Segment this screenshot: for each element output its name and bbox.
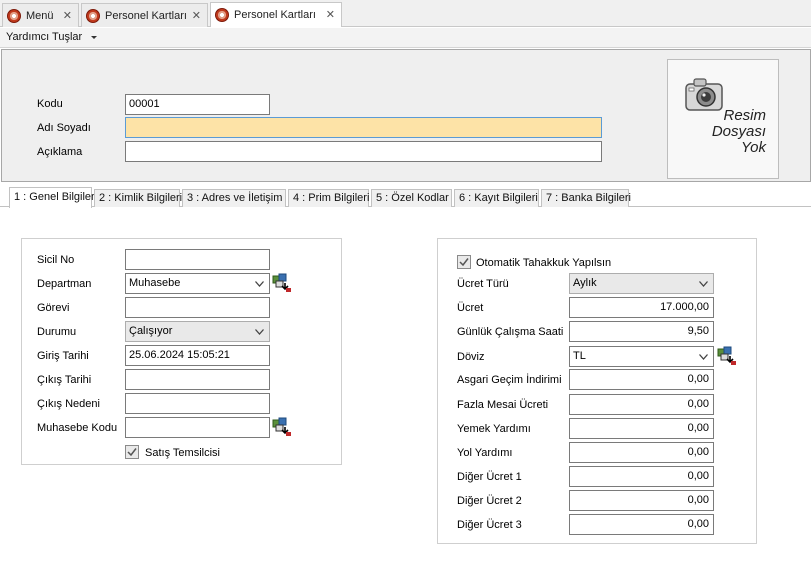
chevron-down-icon[interactable]: [252, 323, 267, 340]
diger-ucret-3-field[interactable]: 0,00: [569, 514, 714, 535]
satis-temsilcisi-label: Satış Temsilcisi: [145, 447, 220, 459]
app-logo-icon: [215, 8, 229, 22]
ucret-field[interactable]: 17.000,00: [569, 297, 714, 318]
yemek-yardimi-field[interactable]: 0,00: [569, 418, 714, 439]
section-tab-bar: 1 : Genel Bilgiler 2 : Kimlik Bilgileri …: [0, 187, 811, 208]
ucret-label: Ücret: [457, 302, 484, 314]
ucret-turu-label: Ücret Türü: [457, 278, 509, 290]
yol-yardimi-label: Yol Yardımı: [457, 447, 513, 459]
lookup-icon[interactable]: [272, 273, 292, 293]
close-icon[interactable]: ✕: [192, 9, 201, 22]
ucret-turu-value: Aylık: [573, 277, 597, 289]
gunluk-calisma-saati-label: Günlük Çalışma Saati: [457, 326, 564, 338]
cikis-tarihi-field[interactable]: [125, 369, 270, 390]
lookup-icon[interactable]: [272, 417, 292, 437]
asgari-gecim-field[interactable]: 0,00: [569, 369, 714, 390]
muhasebe-kodu-label: Muhasebe Kodu: [37, 422, 118, 434]
tab-genel-bilgiler[interactable]: 1 : Genel Bilgiler: [9, 187, 95, 208]
menu-helper-keys[interactable]: Yardımcı Tuşlar: [6, 31, 82, 43]
diger-ucret-2-field[interactable]: 0,00: [569, 490, 714, 511]
app-logo-icon: [86, 8, 100, 23]
durumu-label: Durumu: [37, 326, 77, 338]
otomatik-tahakkuk-label: Otomatik Tahakkuk Yapılsın: [476, 257, 612, 269]
photo-placeholder[interactable]: Resim Dosyası Yok: [667, 59, 779, 179]
gorevi-label: Görevi: [37, 302, 70, 314]
aciklama-field[interactable]: [125, 141, 602, 162]
close-icon[interactable]: ✕: [63, 9, 72, 22]
photo-text-line: Yok: [740, 139, 766, 156]
photo-text-line: Dosyası: [711, 123, 766, 140]
tab-banka-bilgileri[interactable]: 7 : Banka Bilgileri: [541, 189, 631, 207]
fazla-mesai-label: Fazla Mesai Ücreti: [457, 399, 549, 411]
checkmark-icon: [127, 448, 137, 457]
tab-label: Personel Kartları: [234, 9, 316, 21]
sicil-no-label: Sicil No: [37, 254, 75, 266]
tab-prim-bilgileri[interactable]: 4 : Prim Bilgileri: [288, 189, 369, 207]
satis-temsilcisi-checkbox[interactable]: [125, 445, 139, 459]
ucret-turu-select[interactable]: Aylık: [569, 273, 714, 294]
app-logo-icon: [7, 8, 21, 23]
kodu-label: Kodu: [37, 98, 63, 110]
otomatik-tahakkuk-checkbox[interactable]: [457, 255, 471, 269]
photo-text-line: Resim: [723, 107, 766, 124]
doviz-label: Döviz: [457, 351, 485, 363]
tab-kayit-bilgileri[interactable]: 6 : Kayıt Bilgileri: [454, 189, 539, 207]
adi-soyadi-field[interactable]: [125, 117, 602, 138]
diger-ucret-3-label: Diğer Ücret 3: [457, 519, 522, 531]
tab-menu[interactable]: Menü ✕: [2, 3, 79, 27]
sicil-no-field[interactable]: [125, 249, 270, 270]
asgari-gecim-label: Asgari Geçim İndirimi: [457, 374, 562, 386]
adi-soyadi-label: Adı Soyadı: [37, 122, 91, 134]
tab-label: Menü: [26, 9, 54, 22]
fazla-mesai-field[interactable]: 0,00: [569, 394, 714, 415]
yemek-yardimi-label: Yemek Yardımı: [457, 423, 531, 435]
durumu-value: Çalışıyor: [129, 325, 173, 337]
muhasebe-kodu-field[interactable]: [125, 417, 270, 438]
tab-adres-iletisim[interactable]: 3 : Adres ve İletişim: [182, 189, 286, 207]
diger-ucret-2-label: Diğer Ücret 2: [457, 495, 522, 507]
menu-bar: Yardımcı Tuşlar: [0, 28, 811, 48]
giris-tarihi-label: Giriş Tarihi: [37, 350, 89, 362]
doviz-select[interactable]: TL: [569, 346, 714, 367]
no-photo-text: Resim Dosyası Yok: [712, 108, 766, 156]
cikis-nedeni-field[interactable]: [125, 393, 270, 414]
tab-personel-kartlari-2[interactable]: Personel Kartları ✕: [210, 2, 342, 27]
close-icon[interactable]: ✕: [326, 8, 335, 21]
departman-select[interactable]: Muhasebe: [125, 273, 270, 294]
giris-tarihi-field[interactable]: 25.06.2024 15:05:21: [125, 345, 270, 366]
chevron-down-icon[interactable]: [696, 275, 711, 292]
tab-label: Personel Kartları: [105, 9, 187, 22]
aciklama-label: Açıklama: [37, 146, 83, 158]
cikis-tarihi-label: Çıkış Tarihi: [37, 374, 92, 386]
cikis-nedeni-label: Çıkış Nedeni: [37, 398, 100, 410]
chevron-down-icon[interactable]: [696, 348, 711, 365]
document-tab-bar: Menü ✕ Personel Kartları ✕ Personel Kart…: [0, 0, 811, 27]
chevron-down-icon[interactable]: [252, 275, 267, 292]
diger-ucret-1-label: Diğer Ücret 1: [457, 471, 522, 483]
gunluk-calisma-saati-field[interactable]: 9,50: [569, 321, 714, 342]
tab-personel-kartlari-1[interactable]: Personel Kartları ✕: [81, 3, 208, 27]
diger-ucret-1-field[interactable]: 0,00: [569, 466, 714, 487]
durumu-select[interactable]: Çalışıyor: [125, 321, 270, 342]
gorevi-field[interactable]: [125, 297, 270, 318]
tab-kimlik-bilgileri[interactable]: 2 : Kimlik Bilgileri: [94, 189, 182, 207]
lookup-icon[interactable]: [717, 346, 737, 366]
yol-yardimi-field[interactable]: 0,00: [569, 442, 714, 463]
kodu-field[interactable]: 00001: [125, 94, 270, 115]
tab-ozel-kodlar[interactable]: 5 : Özel Kodlar: [371, 189, 452, 207]
departman-value: Muhasebe: [129, 277, 181, 289]
checkmark-icon: [459, 258, 469, 267]
departman-label: Departman: [37, 278, 92, 290]
doviz-value: TL: [573, 350, 586, 362]
chevron-down-icon[interactable]: [91, 36, 97, 39]
